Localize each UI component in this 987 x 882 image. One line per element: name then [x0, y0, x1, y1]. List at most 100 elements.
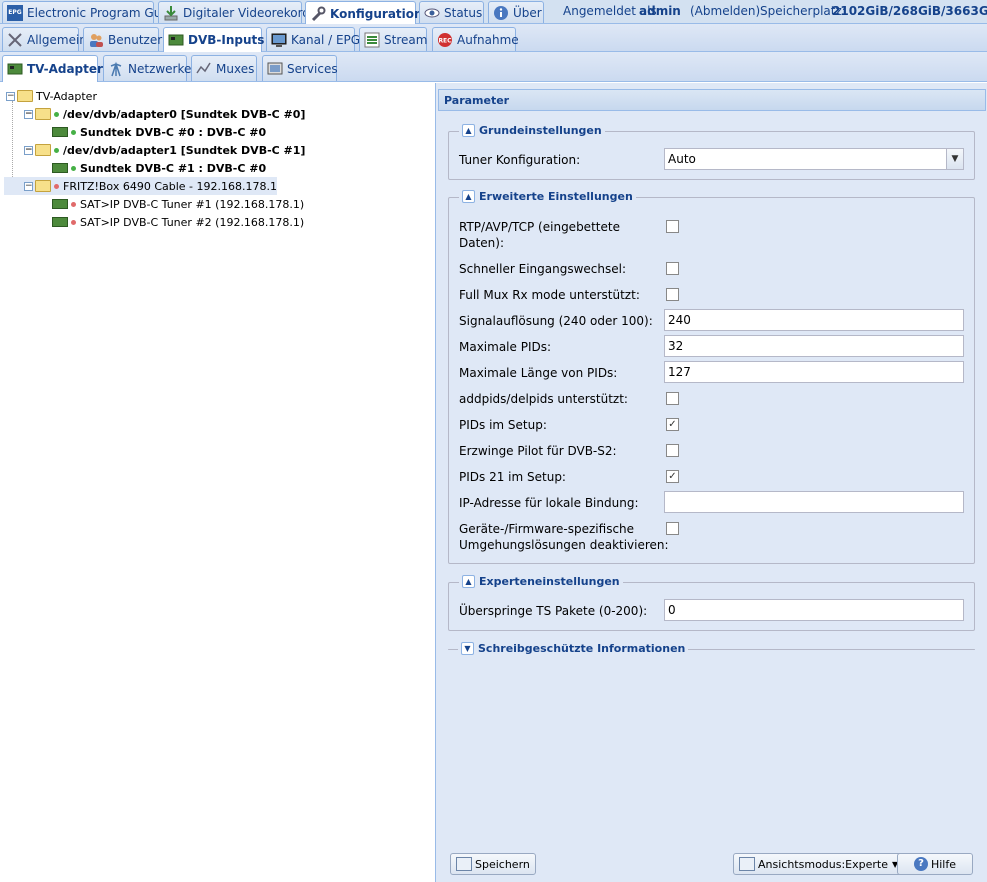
fieldset-advanced: ▲ Erweiterte Einstellungen RTP/AVP/TCP (…: [448, 190, 975, 564]
tree-adapter0-label: /dev/dvb/adapter0 [Sundtek DVB-C #0]: [63, 107, 306, 121]
tab-kanal-epg[interactable]: Kanal / EPG: [266, 27, 360, 51]
tab-stream[interactable]: Stream: [359, 27, 427, 51]
tab-benutzer[interactable]: Benutzer: [83, 27, 163, 51]
signal-label: Signalauflösung (240 oder 100):: [459, 314, 653, 328]
antenna-icon: [108, 61, 124, 77]
tree-root-label: TV-Adapter: [36, 89, 97, 103]
rtp-checkbox[interactable]: [666, 220, 679, 233]
legend-expert[interactable]: ▲ Experteneinstellungen: [459, 575, 623, 588]
tab-muxes[interactable]: Muxes: [191, 55, 257, 81]
tab-status[interactable]: Status: [419, 1, 484, 23]
tree-fritzbox-label: FRITZ!Box 6490 Cable - 192.168.178.1: [63, 179, 277, 193]
addpids-checkbox[interactable]: [666, 392, 679, 405]
pids21-label: PIDs 21 im Setup:: [459, 470, 566, 484]
tab-ueber[interactable]: Über: [488, 1, 544, 23]
pilot-checkbox[interactable]: [666, 444, 679, 457]
workaround-checkbox[interactable]: [666, 522, 679, 535]
tree-satip-tuner1[interactable]: SAT>IP DVB-C Tuner #1 (192.168.178.1): [52, 195, 304, 213]
workaround-label-line2: Umgehungslösungen deaktivieren:: [459, 538, 669, 552]
tree-fritzbox[interactable]: − FRITZ!Box 6490 Cable - 192.168.178.1: [4, 177, 277, 195]
collapse-icon[interactable]: −: [24, 109, 33, 119]
parameter-panel: Parameter ▲ Grundeinstellungen Tuner Kon…: [435, 83, 987, 882]
tree-adapter1-frontend[interactable]: Sundtek DVB-C #1 : DVB-C #0: [52, 159, 266, 177]
fieldset-readonly: ▼ Schreibgeschützte Informationen: [448, 642, 975, 655]
tab-konfiguration[interactable]: Konfiguration: [305, 1, 423, 25]
tab-dvr[interactable]: Digitaler Videorekorder: [158, 1, 322, 23]
tab-dvb-inputs-label: DVB-Inputs: [188, 33, 265, 47]
max-pids-input[interactable]: [664, 335, 964, 357]
chevron-down-icon[interactable]: ▼: [946, 149, 963, 169]
folder-icon: [35, 180, 51, 192]
collapse-section-icon[interactable]: ▲: [462, 124, 475, 137]
tab-aufnahme-label: Aufnahme: [457, 32, 519, 47]
collapse-icon[interactable]: −: [24, 181, 33, 191]
fast-switch-checkbox[interactable]: [666, 262, 679, 275]
save-icon: [456, 857, 472, 871]
collapse-section-icon[interactable]: ▲: [462, 575, 475, 588]
tab-dvr-label: Digitaler Videorekorder: [183, 5, 323, 20]
tab-dvb-inputs[interactable]: DVB-Inputs: [163, 27, 265, 52]
tab-epg[interactable]: EPG Electronic Program Guide: [2, 1, 180, 23]
tab-netzwerke[interactable]: Netzwerke: [103, 55, 191, 81]
full-mux-checkbox[interactable]: [666, 288, 679, 301]
expand-section-icon[interactable]: ▼: [461, 642, 474, 655]
max-pid-len-input[interactable]: [664, 361, 964, 383]
collapse-icon[interactable]: −: [24, 145, 33, 155]
services-icon: [267, 61, 283, 77]
tuner-config-select[interactable]: Auto ▼: [664, 148, 964, 170]
full-mux-label: Full Mux Rx mode unterstützt:: [459, 288, 640, 302]
help-button[interactable]: ? Hilfe: [897, 853, 973, 875]
ip-label: IP-Adresse für lokale Bindung:: [459, 496, 639, 510]
skip-ts-input[interactable]: [664, 599, 964, 621]
legend-basic[interactable]: ▲ Grundeinstellungen: [459, 124, 605, 137]
status-error-icon: [71, 219, 76, 225]
legend-advanced-label: Erweiterte Einstellungen: [479, 190, 633, 203]
stream-icon: [364, 32, 380, 48]
rtp-label-line2: Daten):: [459, 236, 505, 250]
collapse-icon[interactable]: −: [6, 91, 15, 101]
tab-benutzer-label: Benutzer: [108, 32, 163, 47]
tab-status-label: Status: [444, 5, 483, 20]
legend-readonly[interactable]: ▼ Schreibgeschützte Informationen: [458, 642, 689, 655]
status-ok-icon: [71, 165, 76, 171]
status-ok-icon: [54, 147, 59, 153]
addpids-label: addpids/delpids unterstützt:: [459, 392, 628, 406]
view-mode-button[interactable]: Ansichtsmodus:Experte ▼: [733, 853, 905, 875]
tuner-config-label: Tuner Konfiguration:: [459, 153, 581, 167]
ip-input[interactable]: [664, 491, 964, 513]
tuner-config-value: Auto: [668, 152, 696, 166]
save-button[interactable]: Speichern: [450, 853, 536, 875]
help-button-label: Hilfe: [930, 857, 957, 871]
tools-icon: [7, 32, 23, 48]
tree-satip-tuner2[interactable]: SAT>IP DVB-C Tuner #2 (192.168.178.1): [52, 213, 304, 231]
max-pid-len-label: Maximale Länge von PIDs:: [459, 366, 618, 380]
tree-adapter0[interactable]: − /dev/dvb/adapter0 [Sundtek DVB-C #0]: [24, 105, 305, 123]
tree-adapter1[interactable]: − /dev/dvb/adapter1 [Sundtek DVB-C #1]: [24, 141, 305, 159]
tab-allgemein-label: Allgemein: [27, 32, 87, 47]
tab-konfiguration-label: Konfiguration: [330, 6, 423, 21]
tab-muxes-label: Muxes: [216, 61, 255, 76]
fieldset-basic: ▲ Grundeinstellungen Tuner Konfiguration…: [448, 124, 975, 180]
tab-allgemein[interactable]: Allgemein: [2, 27, 87, 51]
signal-input[interactable]: [664, 309, 964, 331]
logout-link[interactable]: (Abmelden): [690, 4, 760, 18]
tree-root[interactable]: − TV-Adapter: [6, 87, 97, 105]
tv-card-icon: [52, 217, 68, 227]
tab-aufnahme[interactable]: REC Aufnahme: [432, 27, 519, 51]
tab-services[interactable]: Services: [262, 55, 338, 81]
folder-icon: [35, 108, 51, 120]
tab-kanal-epg-label: Kanal / EPG: [291, 32, 361, 47]
tab-ueber-label: Über: [513, 5, 542, 20]
tree-adapter0-frontend[interactable]: Sundtek DVB-C #0 : DVB-C #0: [52, 123, 266, 141]
pids-setup-checkbox[interactable]: ✓: [666, 418, 679, 431]
tab-tv-adapter[interactable]: TV-Adapter: [2, 55, 103, 82]
max-pids-label: Maximale PIDs:: [459, 340, 552, 354]
legend-advanced[interactable]: ▲ Erweiterte Einstellungen: [459, 190, 636, 203]
rec-icon: REC: [437, 32, 453, 48]
pids21-checkbox[interactable]: ✓: [666, 470, 679, 483]
tree-adapter1-label: /dev/dvb/adapter1 [Sundtek DVB-C #1]: [63, 143, 306, 157]
info-icon: [493, 5, 509, 21]
config-tab-bar: Allgemein Benutzer DVB-Inputs Kanal / EP…: [0, 24, 987, 52]
collapse-section-icon[interactable]: ▲: [462, 190, 475, 203]
legend-basic-label: Grundeinstellungen: [479, 124, 602, 137]
